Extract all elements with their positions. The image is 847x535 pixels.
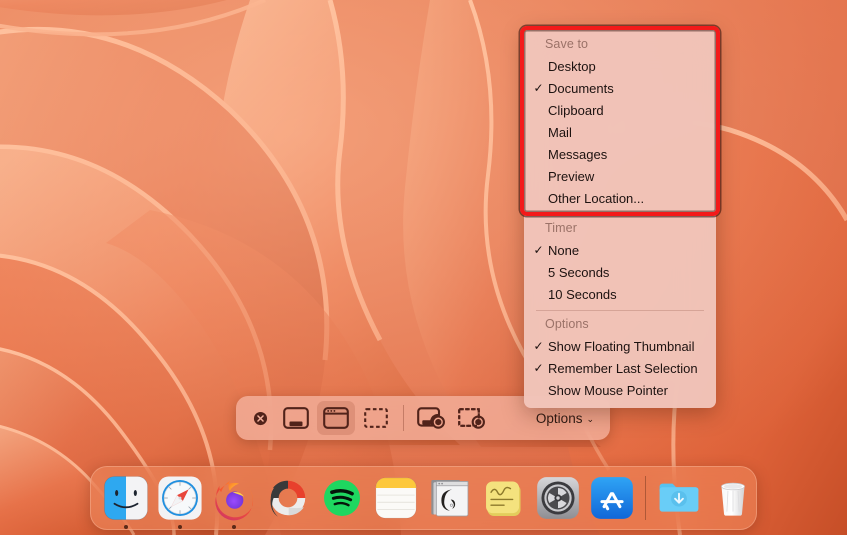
- firefox-icon: [211, 475, 257, 521]
- finder-icon: [103, 475, 149, 521]
- dock-item-safari[interactable]: [153, 471, 207, 525]
- close-capture-toolbar-button[interactable]: [245, 401, 275, 435]
- checkmark-icon: ✓: [532, 340, 545, 352]
- menu-separator: [536, 310, 704, 311]
- system-settings-icon: [535, 475, 581, 521]
- menu-item-clipboard[interactable]: Clipboard: [524, 99, 716, 121]
- dock-item-stickies[interactable]: [477, 471, 531, 525]
- menu-item-label: Remember Last Selection: [545, 361, 698, 376]
- menu-item-preview[interactable]: Preview: [524, 165, 716, 187]
- dock-separator: [645, 476, 646, 520]
- menu-item-label: Desktop: [545, 59, 596, 74]
- safari-icon: [157, 475, 203, 521]
- dock-running-indicator: [124, 525, 128, 529]
- notes-icon: [373, 475, 419, 521]
- menu-item-remember-last-selection[interactable]: ✓ Remember Last Selection: [524, 357, 716, 379]
- dock-item-spotify[interactable]: [315, 471, 369, 525]
- spotify-icon: [319, 475, 365, 521]
- menu-section-header-options: Options: [524, 313, 716, 335]
- menu-item-desktop[interactable]: Desktop: [524, 55, 716, 77]
- preview-icon: [427, 475, 473, 521]
- menu-item-label: Show Floating Thumbnail: [545, 339, 694, 354]
- menu-item-label: Show Mouse Pointer: [545, 383, 668, 398]
- menu-item-mail[interactable]: Mail: [524, 121, 716, 143]
- stickies-icon: [481, 475, 527, 521]
- chevron-down-icon: ⌄: [586, 415, 594, 424]
- menu-item-label: Messages: [545, 147, 607, 162]
- menu-section-header-save-to: Save to: [524, 33, 716, 55]
- dock-item-firefox[interactable]: [207, 471, 261, 525]
- menu-item-label: Other Location...: [545, 191, 644, 206]
- dock-item-app-store[interactable]: [585, 471, 639, 525]
- record-entire-screen-button[interactable]: [412, 401, 450, 435]
- capture-selection-icon: [363, 407, 389, 429]
- dock-item-sketch[interactable]: [261, 471, 315, 525]
- dock-item-finder[interactable]: [99, 471, 153, 525]
- screenshot-options-menu: Save to Desktop ✓ Documents Clipboard Ma…: [524, 28, 716, 408]
- menu-item-other-location[interactable]: Other Location...: [524, 187, 716, 209]
- dock-item-downloads-folder[interactable]: [652, 471, 706, 525]
- toolbar-separator: [403, 405, 404, 431]
- menu-item-label: None: [545, 243, 579, 258]
- capture-window-icon: [323, 407, 349, 429]
- sketch-icon: [265, 475, 311, 521]
- app-store-icon: [589, 475, 635, 521]
- downloads-folder-icon: [656, 475, 702, 521]
- menu-item-show-floating-thumbnail[interactable]: ✓ Show Floating Thumbnail: [524, 335, 716, 357]
- menu-item-documents[interactable]: ✓ Documents: [524, 77, 716, 99]
- close-x-icon: [253, 411, 268, 426]
- menu-item-label: Clipboard: [545, 103, 604, 118]
- dock: [90, 466, 757, 530]
- menu-section-header-timer: Timer: [524, 217, 716, 239]
- record-selection-icon: [457, 407, 485, 429]
- menu-item-timer-10-seconds[interactable]: 10 Seconds: [524, 283, 716, 305]
- capture-entire-screen-button[interactable]: [277, 401, 315, 435]
- trash-icon: [710, 475, 756, 521]
- menu-item-label: 5 Seconds: [545, 265, 609, 280]
- capture-entire-screen-icon: [283, 407, 309, 429]
- checkmark-icon: ✓: [532, 244, 545, 256]
- menu-item-timer-5-seconds[interactable]: 5 Seconds: [524, 261, 716, 283]
- dock-running-indicator: [178, 525, 182, 529]
- capture-selected-portion-button[interactable]: [357, 401, 395, 435]
- menu-item-label: Documents: [545, 81, 614, 96]
- options-button-label: Options: [536, 411, 583, 426]
- dock-item-preview[interactable]: [423, 471, 477, 525]
- checkmark-icon: ✓: [532, 362, 545, 374]
- menu-separator: [536, 214, 704, 215]
- dock-item-trash[interactable]: [706, 471, 760, 525]
- record-entire-screen-icon: [417, 407, 445, 429]
- desktop-wallpaper: [0, 0, 847, 535]
- dock-item-notes[interactable]: [369, 471, 423, 525]
- capture-selected-window-button[interactable]: [317, 401, 355, 435]
- record-selected-portion-button[interactable]: [452, 401, 490, 435]
- dock-item-system-settings[interactable]: [531, 471, 585, 525]
- menu-item-label: 10 Seconds: [545, 287, 617, 302]
- menu-item-timer-none[interactable]: ✓ None: [524, 239, 716, 261]
- wallpaper-artwork: [0, 0, 847, 535]
- menu-item-label: Mail: [545, 125, 572, 140]
- dock-running-indicator: [232, 525, 236, 529]
- menu-item-label: Preview: [545, 169, 594, 184]
- checkmark-icon: ✓: [532, 82, 545, 94]
- menu-item-messages[interactable]: Messages: [524, 143, 716, 165]
- options-dropdown-button[interactable]: Options ⌄: [528, 407, 602, 430]
- menu-item-show-mouse-pointer[interactable]: Show Mouse Pointer: [524, 379, 716, 401]
